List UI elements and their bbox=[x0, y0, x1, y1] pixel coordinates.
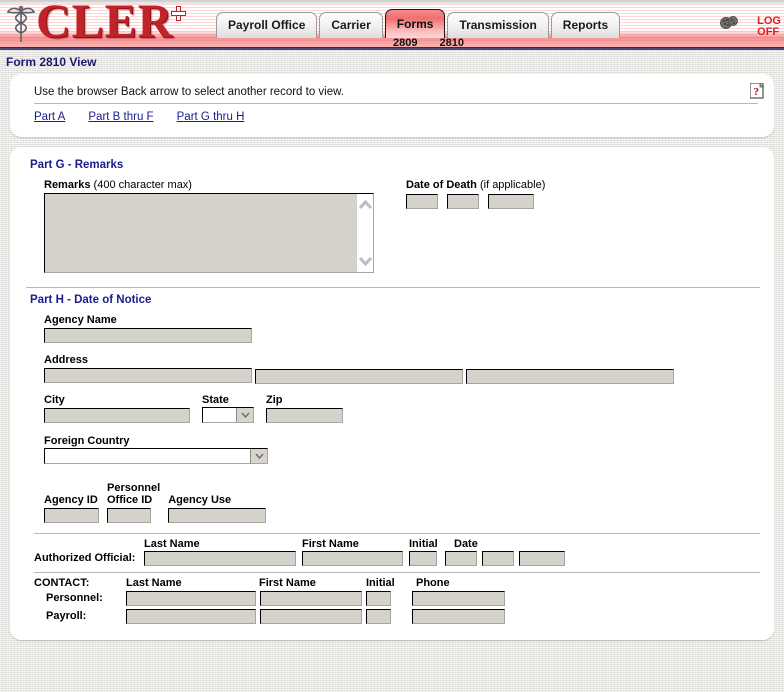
contact-personnel-phone-field[interactable] bbox=[412, 591, 505, 606]
contact-payroll-initial-field[interactable] bbox=[366, 609, 391, 624]
caduceus-icon bbox=[6, 4, 36, 44]
remarks-scrollbar[interactable] bbox=[356, 194, 373, 272]
contact-personnel-first-name-field[interactable] bbox=[260, 591, 362, 606]
contact-top-divider bbox=[34, 572, 760, 573]
tab-carrier[interactable]: Carrier bbox=[319, 12, 383, 38]
part-g-title: Part G - Remarks bbox=[30, 159, 124, 171]
agency-use-label: Agency Use bbox=[168, 494, 232, 506]
subtab-2809[interactable]: 2809 bbox=[393, 37, 417, 47]
address-label: Address bbox=[44, 354, 89, 366]
contact-payroll-first-name-field[interactable] bbox=[260, 609, 362, 624]
chevron-down-icon bbox=[359, 256, 372, 266]
date-of-death-label-hint: (if applicable) bbox=[479, 179, 546, 191]
agency-id-label: Agency ID bbox=[44, 494, 98, 506]
zip-label: Zip bbox=[266, 394, 283, 406]
official-date-header: Date bbox=[454, 538, 478, 550]
state-select[interactable] bbox=[202, 407, 254, 423]
dod-year-field[interactable] bbox=[488, 194, 535, 209]
tab-payroll-office[interactable]: Payroll Office bbox=[216, 12, 318, 38]
remarks-textarea[interactable] bbox=[44, 193, 374, 273]
agency-id-field[interactable] bbox=[44, 508, 99, 523]
personnel-office-id-label: Personnel Office ID bbox=[107, 482, 160, 506]
tab-transmission[interactable]: Transmission bbox=[447, 12, 549, 38]
link-part-a[interactable]: Part A bbox=[34, 111, 65, 123]
official-last-name-header: Last Name bbox=[144, 538, 200, 550]
foreign-country-select[interactable] bbox=[44, 448, 268, 464]
contact-row-payroll: Payroll: bbox=[34, 609, 760, 624]
chevron-down-icon[interactable] bbox=[250, 449, 267, 463]
authorized-official-row-label: Authorized Official: bbox=[34, 552, 136, 564]
back-arrow-hint: Use the browser Back arrow to select ano… bbox=[34, 86, 345, 98]
chevron-down-icon[interactable] bbox=[236, 408, 253, 422]
contact-personnel-last-name-field[interactable] bbox=[126, 591, 256, 606]
forms-subtab-bar: 2809 2810 bbox=[393, 37, 486, 47]
contact-payroll-label: Payroll: bbox=[46, 610, 87, 622]
zip-field[interactable] bbox=[266, 408, 343, 423]
foreign-country-select-value bbox=[45, 449, 250, 463]
address-line-3-field[interactable] bbox=[466, 369, 675, 384]
contact-first-name-header: First Name bbox=[259, 577, 316, 589]
contact-phone-header: Phone bbox=[416, 577, 450, 589]
chevron-up-icon bbox=[359, 200, 372, 210]
logoff-button[interactable]: LOG OFF bbox=[757, 16, 781, 38]
agency-use-field[interactable] bbox=[168, 508, 267, 523]
remarks-label: Remarks (400 character max) bbox=[44, 179, 374, 191]
state-label: State bbox=[202, 394, 229, 406]
official-date-month-field[interactable] bbox=[445, 551, 477, 566]
tab-forms[interactable]: Forms bbox=[384, 9, 446, 38]
contact-personnel-label: Personnel: bbox=[46, 592, 103, 604]
svg-text:?: ? bbox=[754, 86, 760, 98]
remarks-label-strong: Remarks bbox=[44, 179, 91, 191]
agency-name-label: Agency Name bbox=[44, 314, 117, 326]
link-part-g-thru-h[interactable]: Part G thru H bbox=[177, 111, 245, 123]
tab-reports[interactable]: Reports bbox=[550, 12, 621, 38]
official-date-year-field[interactable] bbox=[519, 551, 565, 566]
contact-last-name-header: Last Name bbox=[126, 577, 182, 589]
official-last-name-field[interactable] bbox=[144, 551, 296, 566]
city-label: City bbox=[44, 394, 65, 406]
link-part-b-thru-f[interactable]: Part B thru F bbox=[88, 111, 153, 123]
form-panel: Part G - Remarks Remarks (400 character … bbox=[10, 147, 774, 640]
personnel-office-id-label-line-2: Office ID bbox=[107, 494, 153, 506]
app-banner: CLER Payroll Office Carrier Forms Transm… bbox=[0, 0, 784, 47]
foreign-country-label: Foreign Country bbox=[44, 435, 130, 447]
main-tab-bar: Payroll Office Carrier Forms Transmissio… bbox=[216, 9, 622, 38]
dod-month-field[interactable] bbox=[406, 194, 438, 209]
part-g-divider bbox=[26, 287, 760, 288]
official-initial-header: Initial bbox=[409, 538, 438, 550]
authorized-official-top-divider bbox=[34, 533, 760, 534]
part-links: Part A Part B thru F Part G thru H bbox=[24, 111, 760, 127]
contact-payroll-last-name-field[interactable] bbox=[126, 609, 256, 624]
remarks-label-hint: (400 character max) bbox=[93, 179, 192, 191]
date-of-death-label: Date of Death (if applicable) bbox=[406, 179, 545, 191]
subtab-2810[interactable]: 2810 bbox=[439, 37, 463, 47]
agency-name-field[interactable] bbox=[44, 328, 252, 343]
app-logo-text: CLER bbox=[36, 0, 174, 47]
state-select-value bbox=[203, 408, 236, 422]
personnel-office-id-field[interactable] bbox=[107, 508, 151, 523]
address-line-2-field[interactable] bbox=[255, 369, 464, 384]
official-date-day-field[interactable] bbox=[482, 551, 514, 566]
official-first-name-header: First Name bbox=[302, 538, 359, 550]
contact-section-label: CONTACT: bbox=[34, 577, 90, 589]
dod-day-field[interactable] bbox=[447, 194, 480, 209]
help-question-icon[interactable]: ? bbox=[749, 82, 764, 99]
address-line-1-field[interactable] bbox=[44, 368, 252, 383]
logoff-line-2: OFF bbox=[757, 26, 780, 38]
logo-cross-icon bbox=[172, 7, 185, 20]
hint-divider bbox=[34, 103, 758, 104]
personnel-office-id-label-line-1: Personnel bbox=[107, 482, 161, 494]
part-h-title: Part H - Date of Notice bbox=[30, 294, 152, 306]
city-field[interactable] bbox=[44, 408, 190, 423]
contact-payroll-phone-field[interactable] bbox=[412, 609, 505, 624]
official-initial-field[interactable] bbox=[409, 551, 437, 566]
page-title: Form 2810 View bbox=[6, 55, 97, 69]
contact-initial-header: Initial bbox=[366, 577, 395, 589]
instruction-panel: Use the browser Back arrow to select ano… bbox=[10, 74, 774, 137]
date-of-death-label-strong: Date of Death bbox=[406, 179, 477, 191]
contact-personnel-initial-field[interactable] bbox=[366, 591, 391, 606]
gear-icon[interactable] bbox=[718, 13, 740, 36]
official-first-name-field[interactable] bbox=[302, 551, 403, 566]
contact-row-personnel: Personnel: bbox=[34, 591, 760, 606]
